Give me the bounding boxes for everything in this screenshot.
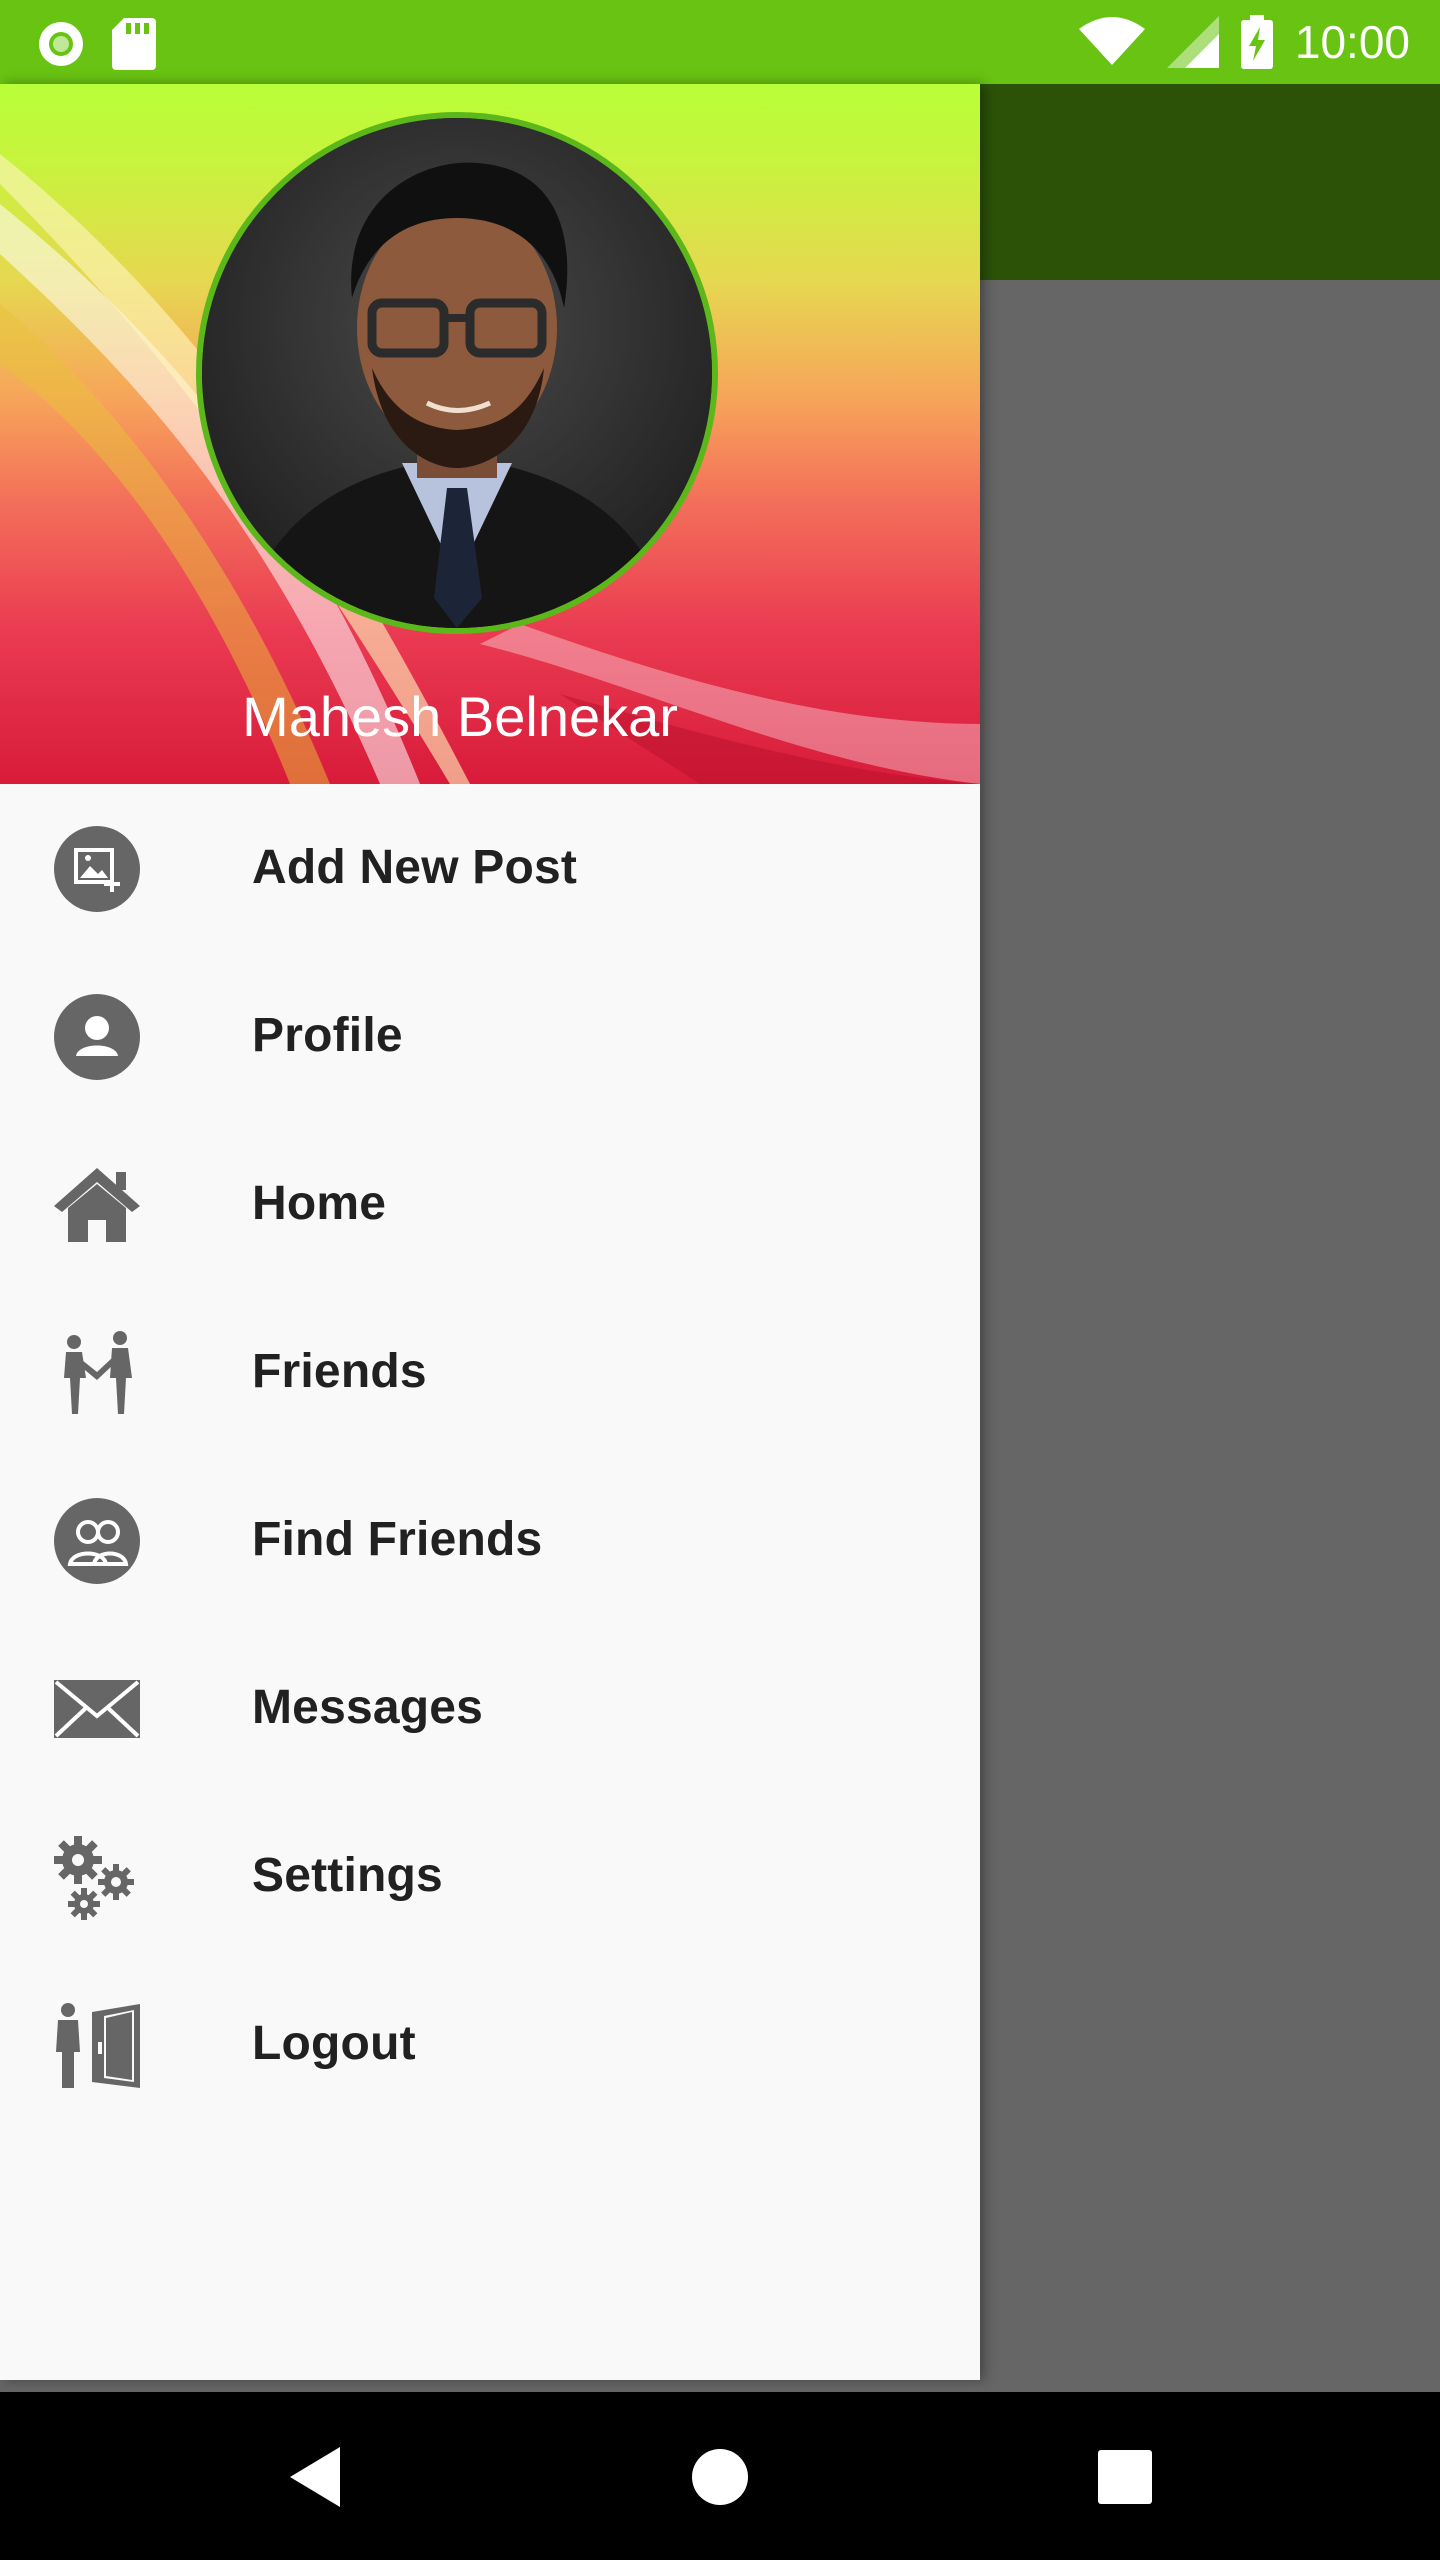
user-name: Mahesh Belnekar bbox=[242, 685, 678, 748]
back-icon[interactable] bbox=[270, 2432, 360, 2522]
avatar[interactable] bbox=[196, 112, 718, 634]
menu-item-label: Logout bbox=[252, 2017, 416, 2070]
status-time: 10:00 bbox=[1294, 16, 1410, 68]
menu-item-add-new-post[interactable]: Add New Post bbox=[0, 784, 980, 952]
menu-item-home[interactable]: Home bbox=[0, 1120, 980, 1288]
gears-icon bbox=[54, 1836, 134, 1920]
system-nav-bar bbox=[0, 2392, 1440, 2560]
navigation-drawer: Mahesh Belnekar Add New Post Profile Hom… bbox=[0, 84, 980, 2380]
menu-item-find-friends[interactable]: Find Friends bbox=[0, 1456, 980, 1624]
drawer-menu: Add New Post Profile Home Friends Find F… bbox=[0, 784, 980, 2128]
menu-item-messages[interactable]: Messages bbox=[0, 1624, 980, 1792]
find-friends-icon bbox=[54, 1498, 140, 1584]
notification-circle-icon bbox=[39, 22, 83, 66]
menu-item-label: Settings bbox=[252, 1849, 443, 1902]
friends-icon bbox=[64, 1331, 132, 1414]
profile-icon bbox=[54, 994, 140, 1080]
app-toolbar bbox=[980, 84, 1440, 280]
sd-card-icon bbox=[112, 18, 156, 70]
menu-item-label: Messages bbox=[252, 1681, 484, 1734]
menu-item-friends[interactable]: Friends bbox=[0, 1288, 980, 1456]
add-photo-icon bbox=[54, 826, 140, 912]
menu-item-logout[interactable]: Logout bbox=[0, 1960, 980, 2128]
menu-item-label: Friends bbox=[252, 1345, 427, 1398]
menu-item-profile[interactable]: Profile bbox=[0, 952, 980, 1120]
menu-item-label: Find Friends bbox=[252, 1513, 543, 1566]
battery-charging-icon bbox=[1240, 15, 1273, 69]
menu-item-settings[interactable]: Settings bbox=[0, 1792, 980, 1960]
home-circle-icon[interactable] bbox=[675, 2432, 765, 2522]
recents-square-icon[interactable] bbox=[1080, 2432, 1170, 2522]
cell-signal-icon bbox=[1166, 16, 1219, 68]
menu-item-label: Add New Post bbox=[252, 841, 578, 894]
envelope-icon bbox=[54, 1680, 140, 1738]
logout-icon bbox=[56, 2003, 140, 2088]
drawer-header: Mahesh Belnekar bbox=[0, 84, 980, 784]
menu-item-label: Home bbox=[252, 1177, 387, 1230]
home-icon bbox=[54, 1168, 140, 1242]
app-content-scrim[interactable] bbox=[980, 280, 1440, 2390]
wifi-icon bbox=[1078, 17, 1145, 65]
avatar-photo bbox=[202, 118, 712, 628]
status-bar: 10:00 bbox=[0, 0, 1440, 84]
menu-item-label: Profile bbox=[252, 1009, 403, 1062]
